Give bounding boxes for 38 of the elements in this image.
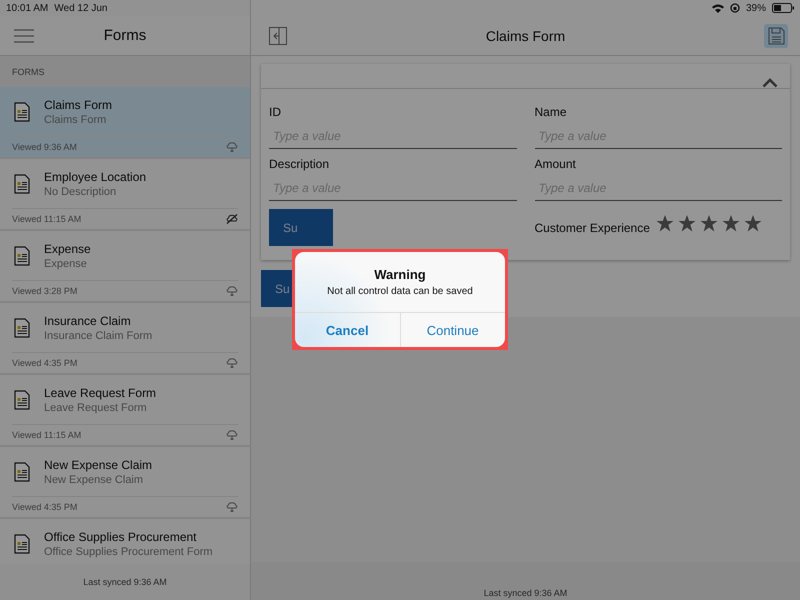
viewed-time: Viewed 11:15 AM (12, 430, 82, 440)
form-title: Insurance Claim (44, 314, 132, 328)
field-label: Description (269, 157, 330, 171)
form-title: New Expense Claim (44, 458, 152, 472)
form-title: Leave Request Form (44, 386, 156, 400)
status-time: 10:01 AM (6, 2, 48, 14)
viewed-time: Viewed 9:36 AM (12, 142, 77, 152)
form-description: Expense (44, 258, 88, 270)
form-description: Claims Form (44, 114, 108, 126)
dialog-message: Not all control data can be saved (327, 286, 473, 297)
dialog-title: Warning (374, 267, 426, 282)
sync-status: Last synced 9:36 AM (484, 588, 568, 598)
form-description: New Expense Claim (44, 474, 144, 486)
viewed-time: Viewed 3:28 PM (12, 286, 78, 296)
form-title-header: Claims Form (484, 28, 566, 44)
sidebar-title: Forms (102, 27, 148, 44)
dialog-button[interactable]: Continue (400, 313, 505, 347)
form-title: Expense (44, 242, 91, 256)
sync-status: Last synced 9:36 AM (83, 577, 167, 587)
field-label: Name (534, 105, 568, 119)
status-date: Wed 12 Jun (54, 2, 108, 14)
form-description: No Description (44, 186, 118, 198)
rating-label: Customer Experience (534, 220, 650, 234)
viewed-time: Viewed 11:15 AM (12, 214, 82, 224)
form-title: Employee Location (44, 170, 146, 184)
form-list-item[interactable]: Claims Form Claims Form Viewed 9:36 AM (0, 87, 250, 159)
field-label: ID (269, 105, 282, 119)
form-description: Office Supplies Procurement Form (44, 546, 213, 558)
field-label: Amount (534, 157, 577, 171)
battery-percent: 39% (746, 2, 766, 14)
form-description: Leave Request Form (44, 402, 148, 414)
form-description: Insurance Claim Form (44, 330, 152, 342)
section-header: FORMS (0, 56, 250, 87)
viewed-time: Viewed 4:35 PM (12, 502, 78, 512)
form-title: Office Supplies Procurement (44, 530, 198, 544)
form-title: Claims Form (44, 98, 112, 112)
viewed-time: Viewed 4:35 PM (12, 358, 78, 368)
dialog-button[interactable]: Cancel (295, 313, 400, 347)
